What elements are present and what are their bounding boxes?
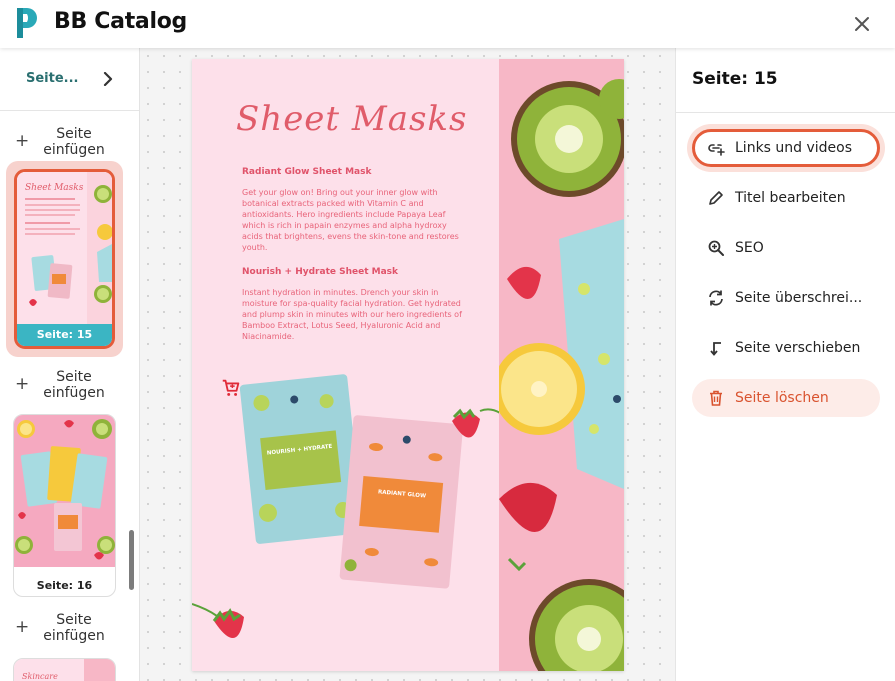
insert-page-button[interactable]: + Seite einfügen	[0, 612, 139, 648]
section-text: Instant hydration in minutes. Drench you…	[242, 288, 462, 341]
page-selector[interactable]: Seite...	[0, 48, 139, 111]
fruit-photo	[499, 59, 624, 671]
thumbnail-preview: Skincare	[14, 659, 115, 681]
catalog-page[interactable]: Sheet Masks Radiant Glow Sheet Mask Get …	[192, 59, 624, 671]
close-icon[interactable]	[850, 12, 874, 36]
seo-label: SEO	[735, 240, 764, 256]
links-videos-label: Links und videos	[735, 140, 853, 156]
svg-text:Sheet Masks: Sheet Masks	[25, 183, 84, 193]
divider	[676, 112, 895, 113]
page-heading: Sheet Masks	[236, 99, 468, 139]
insert-page-button[interactable]: + Seite einfügen	[0, 369, 139, 405]
thumbnail-page-15[interactable]: Sheet Masks Seite: 15	[6, 161, 123, 357]
search-zoom-icon	[708, 240, 724, 256]
thumbnail-page-16[interactable]: Seite: 16	[13, 414, 116, 597]
panel-title: Seite: 15	[692, 69, 778, 89]
app-window: BB Catalog Seite... + Seite einfügen She…	[0, 0, 895, 681]
page-options-panel: Seite: 15 Links und videos Titel bearbei…	[675, 48, 895, 681]
insert-page-label: Seite einfügen	[43, 612, 105, 644]
trash-icon	[710, 390, 722, 406]
move-page-button[interactable]: Seite verschieben	[692, 329, 880, 367]
edit-title-button[interactable]: Titel bearbeiten	[692, 179, 880, 217]
plus-icon: +	[15, 131, 30, 151]
sidebar-scrollbar[interactable]	[129, 530, 134, 590]
section-heading: Radiant Glow Sheet Mask	[242, 167, 372, 177]
delete-page-label: Seite löschen	[735, 390, 829, 406]
plus-icon: +	[15, 617, 30, 637]
replace-page-button[interactable]: Seite überschrei...	[692, 279, 880, 317]
insert-page-button[interactable]: + Seite einfügen	[0, 126, 139, 162]
thumbnail-label: Seite: 16	[36, 579, 93, 592]
page-selector-label: Seite...	[26, 71, 79, 86]
insert-page-label: Seite einfügen	[43, 126, 105, 158]
plus-icon: +	[15, 374, 30, 394]
pencil-icon	[709, 191, 723, 205]
thumbnail-label: Seite: 15	[17, 324, 112, 346]
seo-button[interactable]: SEO	[692, 229, 880, 267]
thumbnail-preview: Sheet Masks	[17, 172, 112, 324]
app-header: BB Catalog	[0, 0, 895, 48]
move-arrow-icon	[710, 342, 721, 356]
chevron-right-icon	[103, 72, 113, 86]
link-add-icon	[708, 144, 725, 156]
thumbnail-page-17[interactable]: Skincare	[13, 658, 116, 681]
edit-title-label: Titel bearbeiten	[735, 190, 846, 206]
delete-page-button[interactable]: Seite löschen	[692, 379, 880, 417]
section-heading: Nourish + Hydrate Sheet Mask	[242, 267, 399, 277]
product-illustration: NOURISH + HYDRATE RADIANT GLOW	[192, 374, 501, 639]
app-title: BB Catalog	[54, 9, 187, 34]
replace-icon	[709, 290, 723, 306]
page-sidebar: Seite... + Seite einfügen Sheet Masks Se…	[0, 48, 140, 681]
thumbnail-preview	[14, 415, 115, 567]
move-page-label: Seite verschieben	[735, 340, 861, 356]
links-videos-button[interactable]: Links und videos	[692, 129, 880, 167]
replace-page-label: Seite überschrei...	[735, 290, 863, 306]
thumbnail-card: Sheet Masks Seite: 15	[14, 169, 115, 349]
section-text: Get your glow on! Bring out your inner g…	[242, 188, 459, 252]
insert-page-label: Seite einfügen	[43, 369, 105, 401]
logo-icon	[17, 8, 37, 38]
editor-canvas: Sheet Masks Radiant Glow Sheet Mask Get …	[140, 48, 675, 681]
svg-text:Skincare: Skincare	[22, 672, 58, 681]
